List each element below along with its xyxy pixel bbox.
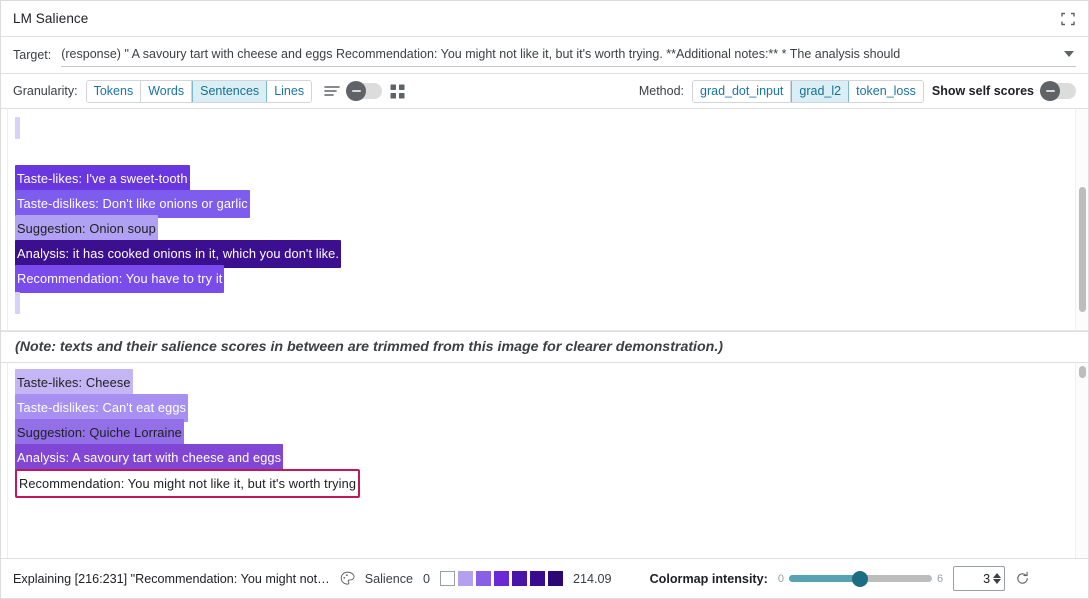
legend-swatch (476, 571, 492, 586)
legend-swatch (440, 571, 456, 586)
chevron-down-icon[interactable] (1064, 51, 1074, 57)
text-line: Suggestion: Onion soup (15, 215, 1075, 243)
salience-chunk[interactable]: Recommendation: You have to try it (15, 265, 225, 293)
salience-panel-bottom-content: Taste-likes: Cheese Taste-dislikes: Can'… (1, 363, 1075, 558)
granularity-label: Granularity: (13, 84, 78, 98)
target-select[interactable]: (response) " A savoury tart with cheese … (61, 43, 1076, 67)
salience-legend-label: Salience (364, 571, 414, 586)
salience-chunk[interactable]: Taste-likes: Cheese (15, 369, 133, 397)
status-bar: Explaining [216:231] "Recommendation: Yo… (1, 558, 1088, 598)
spinner-up-icon[interactable] (993, 573, 1002, 578)
demo-note-text: (Note: texts and their salience scores i… (15, 339, 723, 355)
text-line (15, 140, 1075, 165)
method-option-grad-l2[interactable]: grad_l2 (791, 80, 850, 102)
text-line: Analysis: it has cooked onions in it, wh… (15, 240, 1075, 268)
salience-panel-top-content: Taste-likes: I've a sweet-tooth Taste-di… (1, 109, 1075, 330)
display-mode-toggle-knob (346, 81, 367, 101)
salience-chunk-empty (15, 142, 20, 164)
slider-thumb[interactable] (852, 570, 869, 587)
panel-left-rule (7, 109, 8, 330)
slider-max-label: 6 (936, 572, 944, 585)
legend-swatch (548, 571, 564, 586)
fullscreen-icon[interactable] (1060, 11, 1076, 27)
scrollbar-thumb[interactable] (1079, 187, 1086, 312)
lm-salience-window: LM Salience Target: (response) " A savou… (0, 0, 1089, 599)
text-line: Recommendation: You might not like it, b… (15, 469, 1075, 498)
granularity-option-sentences[interactable]: Sentences (192, 80, 268, 102)
text-line: Taste-likes: Cheese (15, 369, 1075, 397)
salience-chunk[interactable]: Suggestion: Quiche Lorraine (15, 419, 184, 447)
salience-chunk[interactable]: Taste-dislikes: Can't eat eggs (15, 394, 189, 422)
salience-chunk[interactable]: Analysis: A savoury tart with cheese and… (15, 444, 284, 472)
text-line: Taste-dislikes: Can't eat eggs (15, 394, 1075, 422)
text-line: Analysis: A savoury tart with cheese and… (15, 444, 1075, 472)
legend-min-value: 0 (423, 571, 431, 586)
colormap-intensity-input[interactable]: 3 (953, 566, 1006, 591)
salience-panel-bottom: Taste-likes: Cheese Taste-dislikes: Can'… (1, 363, 1088, 558)
salience-chunk[interactable]: Taste-likes: I've a sweet-tooth (15, 165, 190, 193)
salience-chunk[interactable] (15, 116, 20, 139)
method-option-token-loss[interactable]: token_loss (849, 80, 923, 102)
scrollbar-thumb[interactable] (1079, 366, 1086, 378)
demo-note-strip: (Note: texts and their salience scores i… (1, 331, 1088, 363)
granularity-option-tokens[interactable]: Tokens (86, 80, 142, 102)
page-title: LM Salience (13, 11, 89, 26)
method-segmented-control: grad_dot_input grad_l2 token_loss (692, 79, 924, 103)
display-mode-toggle[interactable] (346, 81, 383, 101)
slider-fill (788, 575, 861, 582)
target-row: Target: (response) " A savoury tart with… (1, 37, 1088, 74)
method-option-grad-dot-input[interactable]: grad_dot_input (693, 80, 792, 102)
panel-left-rule (7, 363, 8, 558)
salience-chunk[interactable]: Suggestion: Onion soup (15, 215, 158, 243)
number-spinner[interactable] (993, 573, 1002, 584)
show-self-scores-label: Show self scores (931, 84, 1034, 98)
legend-swatch (458, 571, 474, 586)
granularity-option-lines[interactable]: Lines (267, 80, 312, 102)
reset-icon[interactable] (1015, 571, 1030, 586)
salience-panels: Taste-likes: I've a sweet-tooth Taste-di… (1, 109, 1088, 558)
slider-min-label: 0 (777, 572, 784, 585)
target-value: (response) " A savoury tart with cheese … (61, 47, 901, 61)
text-line: Recommendation: You have to try it (15, 265, 1075, 293)
salience-chunk[interactable]: Analysis: it has cooked onions in it, wh… (15, 240, 342, 268)
legend-swatch (494, 571, 510, 586)
text-line: Taste-likes: I've a sweet-tooth (15, 165, 1075, 193)
spinner-down-icon[interactable] (993, 579, 1002, 584)
text-line (15, 115, 1075, 140)
target-label: Target: (13, 48, 52, 62)
text-line: Taste-dislikes: Don't like onions or gar… (15, 190, 1075, 218)
salience-chunk[interactable]: Taste-dislikes: Don't like onions or gar… (15, 190, 250, 218)
scrollbar-bottom-panel[interactable] (1075, 363, 1088, 558)
granularity-option-words[interactable]: Words (141, 80, 193, 102)
legend-max-value: 214.09 (573, 571, 612, 586)
text-line: Suggestion: Quiche Lorraine (15, 419, 1075, 447)
palette-icon (340, 571, 355, 586)
explaining-text: Explaining [216:231] "Recommendation: Yo… (13, 571, 330, 586)
show-self-scores-toggle[interactable] (1040, 81, 1076, 101)
titlebar: LM Salience (1, 1, 1088, 37)
scrollbar-top-panel[interactable] (1075, 109, 1088, 330)
salience-color-legend (440, 571, 564, 586)
grid-view-icon[interactable] (390, 84, 405, 99)
lines-view-icon[interactable] (324, 84, 340, 98)
text-line (15, 290, 1075, 315)
legend-swatch (530, 571, 546, 586)
colormap-intensity-label: Colormap intensity: (649, 571, 768, 586)
show-self-scores-toggle-knob (1040, 81, 1060, 101)
salience-chunk-selected[interactable]: Recommendation: You might not like it, b… (15, 469, 361, 498)
granularity-segmented-control: Tokens Words Sentences Lines (85, 79, 313, 103)
salience-chunk[interactable] (15, 291, 20, 314)
method-label: Method: (638, 84, 684, 98)
salience-panel-top: Taste-likes: I've a sweet-tooth Taste-di… (1, 109, 1088, 331)
legend-swatch (512, 571, 528, 586)
controls-row: Granularity: Tokens Words Sentences Line… (1, 74, 1088, 109)
colormap-intensity-slider[interactable] (788, 570, 932, 587)
colormap-intensity-value: 3 (983, 571, 991, 586)
colormap-intensity-slider-group: 0 6 (777, 570, 944, 587)
